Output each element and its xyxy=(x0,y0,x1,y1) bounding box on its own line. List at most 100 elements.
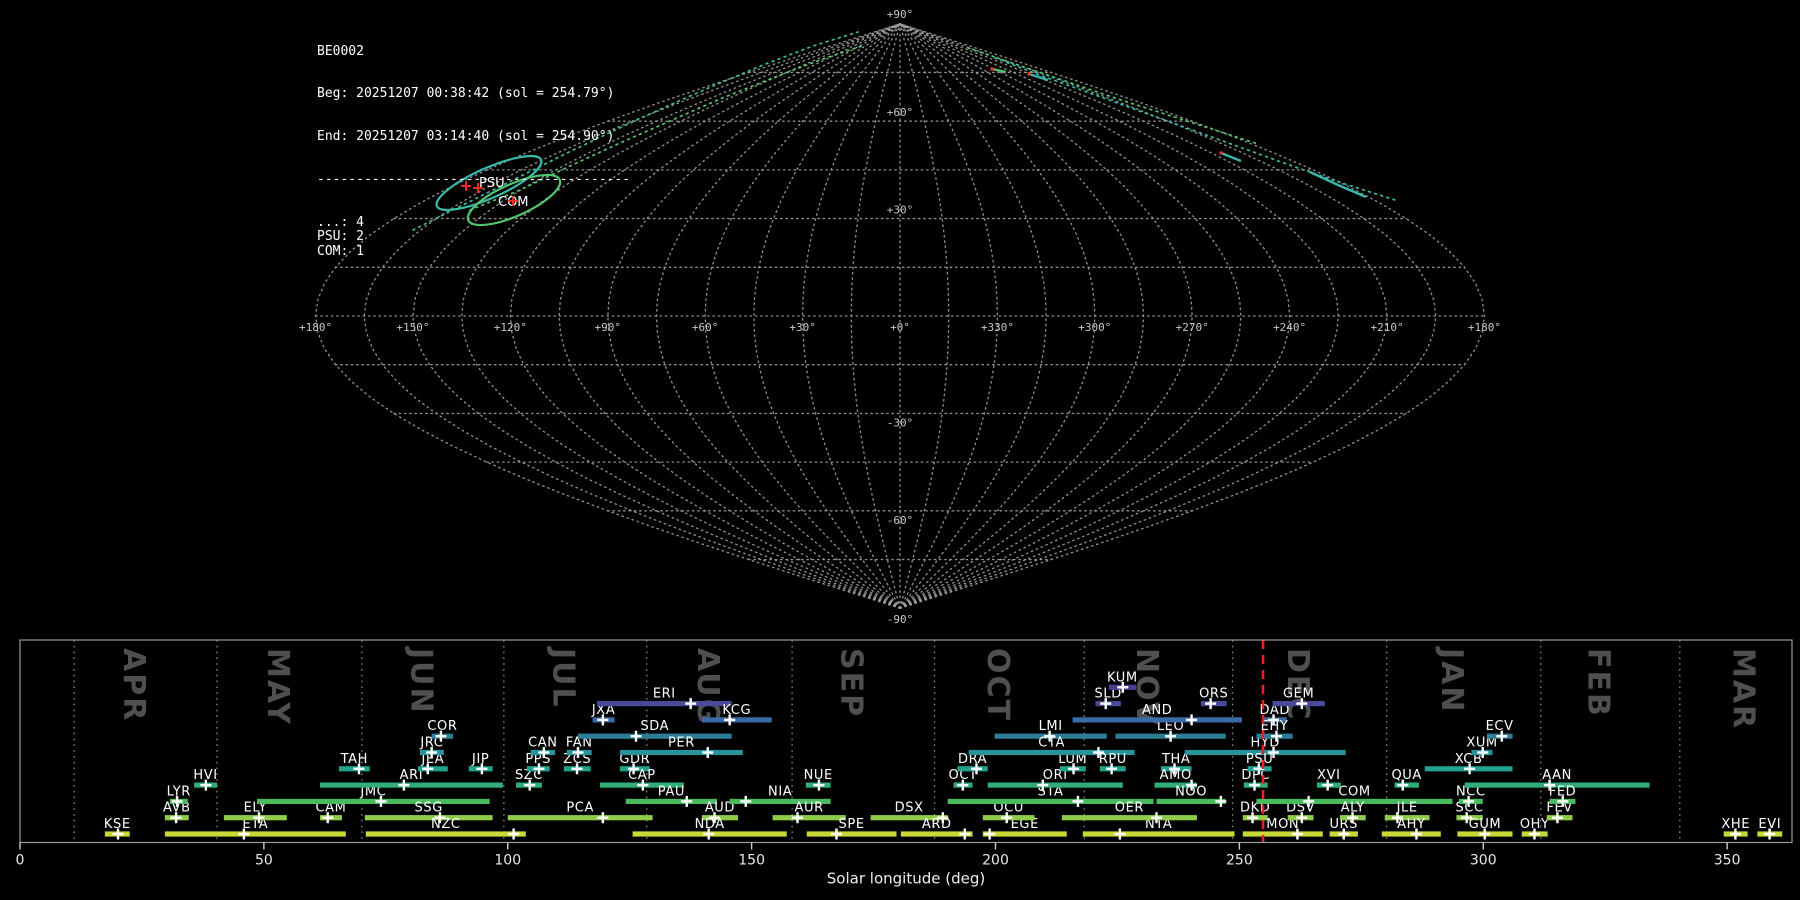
meteor-start-dot xyxy=(1219,151,1223,155)
lon-label: +120° xyxy=(494,321,527,334)
shower-label: COM xyxy=(1338,784,1370,799)
shower-bar-AUR xyxy=(772,815,846,821)
month-label: JAN xyxy=(1434,646,1469,714)
shower-bar-KCG xyxy=(701,717,772,723)
end-time: End: 20251207 03:14:40 (sol = 254.90°) xyxy=(317,129,615,145)
shower-label: PER xyxy=(668,736,695,751)
shower-bar-SPE xyxy=(806,831,897,837)
meteor-trail xyxy=(991,67,1007,74)
lon-label: +60° xyxy=(692,321,719,334)
month-label: OCT xyxy=(980,648,1015,722)
month-label: JUL xyxy=(546,646,581,709)
shower-label: AND xyxy=(1142,703,1172,718)
month-label: MAY xyxy=(260,648,295,726)
shower-label: SPE xyxy=(839,817,865,832)
meteor-start-dot xyxy=(1027,72,1031,76)
lat-label: +60° xyxy=(887,106,914,119)
shower-label: JIP xyxy=(471,752,489,767)
shower-label: ORS xyxy=(1199,687,1228,702)
lon-label: +90° xyxy=(595,321,622,334)
shower-bar-SDA xyxy=(577,733,732,739)
shower-label: KCG xyxy=(722,703,751,718)
month-label: FEB xyxy=(1581,648,1616,718)
count-row: ...: 4 xyxy=(317,215,364,231)
shower-label: COR xyxy=(427,719,457,734)
lon-label: +30° xyxy=(789,321,816,334)
observation-info: BE0002 Beg: 20251207 00:38:42 (sol = 254… xyxy=(317,16,630,273)
shower-label: PAU xyxy=(658,784,685,799)
meteor-trail xyxy=(1309,170,1367,199)
peak-marker xyxy=(508,828,520,840)
shower-bar-ERI xyxy=(597,701,732,707)
shower-label: AUR xyxy=(795,801,824,816)
station-id: BE0002 xyxy=(317,43,364,59)
lat-label: -60° xyxy=(887,514,914,527)
shower-bar-OER xyxy=(1061,815,1197,821)
activity-timeline: APR MAY JUN JUL AUG SEP OCT NOV DEC JAN FEB MARKSEA… xyxy=(16,639,1793,888)
begin-time: Beg: 20251207 00:38:42 (sol = 254.79°) xyxy=(317,86,615,102)
x-tick-label: 250 xyxy=(1226,853,1253,869)
shower-label: SSG xyxy=(415,801,443,816)
shower-label: LYR xyxy=(167,784,191,799)
count-row: PSU: 2 xyxy=(317,229,364,245)
shower-bar-PAU xyxy=(625,798,717,804)
shower-bar-NZC xyxy=(365,831,526,837)
shower-label: NIA xyxy=(768,784,792,799)
shower-label: TAH xyxy=(340,752,368,767)
peak-marker xyxy=(1114,828,1126,840)
x-tick-label: 0 xyxy=(16,853,25,869)
shower-label: NOO xyxy=(1175,784,1207,799)
shower-label: DSX xyxy=(895,801,924,816)
pole-label-north: +90° xyxy=(887,8,914,21)
shower-bar-ETA xyxy=(164,831,346,837)
month-label: MAR xyxy=(1725,648,1760,730)
shower-label: AAN xyxy=(1542,768,1572,783)
shower-label: AHY xyxy=(1397,817,1425,832)
shower-label: PCA xyxy=(566,801,594,816)
peak-marker xyxy=(597,812,609,824)
shower-bar-SSG xyxy=(364,815,493,821)
peak-marker xyxy=(1072,795,1084,807)
shower-bar-JMC xyxy=(257,798,490,804)
shower-bar-PER xyxy=(619,749,743,756)
lon-label: +180° xyxy=(1468,321,1501,334)
peak-marker xyxy=(1215,795,1227,807)
lon-label: +330° xyxy=(981,321,1014,334)
shower-label: ARD xyxy=(922,817,952,832)
separator-line: ---------------------------------------- xyxy=(317,172,631,188)
meteor-counts: ...: 4 PSU: 2 COM: 1 xyxy=(317,215,630,259)
shower-bar-NOO xyxy=(1156,798,1226,804)
lon-label: +270° xyxy=(1176,321,1209,334)
shower-label: NZC xyxy=(431,817,461,832)
x-tick-label: 200 xyxy=(982,853,1009,869)
shower-bar-ARI xyxy=(319,782,503,788)
month-label: AUG xyxy=(690,648,725,725)
lat-label: -30° xyxy=(887,416,914,429)
x-tick-label: 300 xyxy=(1470,853,1497,869)
month-label: SEP xyxy=(834,648,869,718)
shower-label: EHY xyxy=(1261,719,1289,734)
lon-label: +0° xyxy=(890,321,910,334)
shower-label: GEM xyxy=(1283,687,1314,702)
shower-bar-MON xyxy=(1242,831,1323,837)
peak-marker xyxy=(1186,714,1198,726)
x-tick-label: 50 xyxy=(255,853,273,869)
shower-label: ECV xyxy=(1486,719,1514,734)
shower-label: CTA xyxy=(1038,736,1065,751)
peak-marker xyxy=(702,747,714,758)
peak-marker xyxy=(740,795,752,807)
lon-label: +180° xyxy=(299,321,332,334)
month-label: JUN xyxy=(403,646,438,715)
month-label: APR xyxy=(116,648,151,722)
count-row: COM: 1 xyxy=(317,243,364,259)
shower-label: ERI xyxy=(653,687,676,702)
meteor-observation-plot: +90° -90° +60° +30° -30° -60° +180° +150° +120° +… xyxy=(16,8,1793,888)
x-tick-label: 150 xyxy=(738,853,765,869)
x-tick-label: 350 xyxy=(1714,853,1741,869)
pole-label-south: -90° xyxy=(887,613,914,626)
x-axis-title: Solar longitude (deg) xyxy=(827,870,985,888)
peak-marker xyxy=(984,828,996,840)
x-tick-label: 100 xyxy=(494,853,521,869)
shower-bar-ORI xyxy=(987,782,1123,788)
shower-bar-EGE xyxy=(982,831,1067,837)
